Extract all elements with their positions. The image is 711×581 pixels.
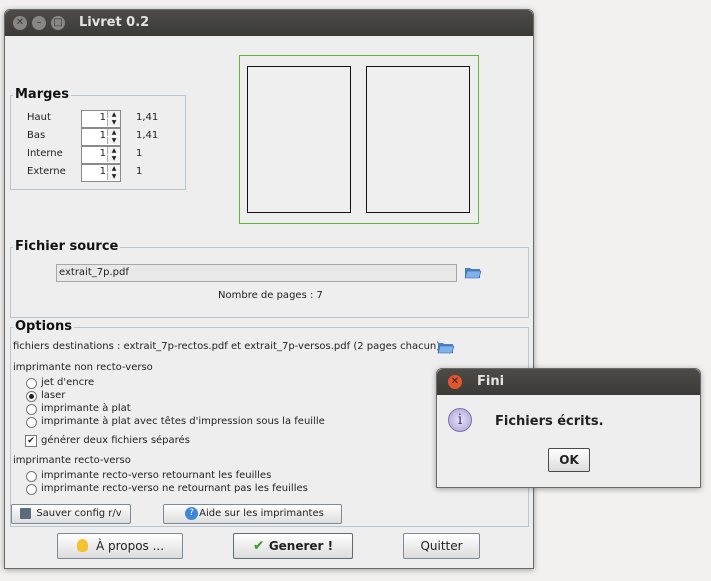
margin-value-bottom: 1,41 [136,130,159,141]
spinner-down-icon[interactable]: ▼ [107,119,120,126]
spinner-up-icon[interactable]: ▲ [107,111,120,118]
spinner-up-icon[interactable]: ▲ [107,165,120,172]
duplex-label: imprimante recto-verso [13,455,131,466]
margin-inner-spinner[interactable]: 1 ▲ ▼ [81,146,121,164]
save-config-button[interactable]: Sauver config r/v [11,504,131,524]
booklet-preview [239,55,479,224]
close-dialog-icon[interactable]: ✕ [448,375,462,389]
about-button[interactable]: À propos ... [57,533,183,559]
title-bar[interactable]: ✕ – □ Livret 0.2 [5,10,533,36]
margin-label-top: Haut [27,112,51,123]
dialog-message: Fichiers écrits. [495,414,604,429]
separate-files-checkbox[interactable]: ✔ [25,435,37,447]
spinner-down-icon[interactable]: ▼ [107,173,120,180]
source-group [10,247,529,318]
separate-files-label: générer deux fichiers séparés [41,435,190,446]
minimize-window-icon[interactable]: – [32,16,46,30]
spinner-up-icon[interactable]: ▲ [107,129,120,136]
radio-duplex-not-turning[interactable] [26,484,37,495]
source-legend: Fichier source [13,239,121,254]
radio-inkjet-label: jet d'encre [41,377,95,388]
generate-button[interactable]: ✔ Generer ! [233,533,353,559]
options-legend: Options [13,319,74,334]
margin-label-inner: Interne [27,148,63,159]
radio-duplex-not-turning-label: imprimante recto-verso ne retournant pas… [41,483,308,494]
destination-files-text: fichiers destinations : extrait_7p-recto… [13,341,441,352]
spinner-down-icon[interactable]: ▼ [107,155,120,162]
radio-flatbed-label: imprimante à plat [41,403,131,414]
radio-laser[interactable] [26,391,37,402]
maximize-window-icon[interactable]: □ [51,16,65,30]
radio-flatbed-heads-under[interactable] [26,417,37,428]
preview-left-page [247,66,351,213]
dialog-title: Fini [477,374,505,389]
printer-help-button[interactable]: ? Aide sur les imprimantes [163,504,342,524]
quit-button[interactable]: Quitter [403,533,480,559]
radio-flatbed[interactable] [26,404,37,415]
finished-dialog: ✕ Fini i Fichiers écrits. OK [436,368,701,488]
margin-value-top: 1,41 [136,112,159,123]
margin-outer-spinner[interactable]: 1 ▲ ▼ [81,164,121,182]
info-icon: i [448,408,472,432]
ok-button[interactable]: OK [548,448,590,472]
radio-flatbed-heads-under-label: imprimante à plat avec têtes d'impressio… [41,416,325,427]
margin-value-inner: 1 [136,148,143,159]
radio-duplex-turning[interactable] [26,471,37,482]
non-duplex-label: imprimante non recto-verso [13,362,153,373]
margin-bottom-spinner[interactable]: 1 ▲ ▼ [81,128,121,146]
open-folder-icon[interactable] [437,340,455,354]
close-window-icon[interactable]: ✕ [13,16,27,30]
check-icon: ✔ [252,538,265,554]
radio-duplex-turning-label: imprimante recto-verso retournant les fe… [41,470,272,481]
help-icon: ? [185,507,198,520]
spinner-up-icon[interactable]: ▲ [107,147,120,154]
lightbulb-icon [77,539,88,552]
open-folder-icon[interactable] [464,265,482,279]
margin-value-outer: 1 [136,166,143,177]
margin-label-bottom: Bas [27,130,46,141]
margin-top-spinner[interactable]: 1 ▲ ▼ [81,110,121,128]
floppy-icon [20,508,31,519]
dialog-title-bar[interactable]: ✕ Fini [437,369,700,395]
page-count: Nombre de pages : 7 [218,290,323,301]
margins-legend: Marges [13,87,71,102]
preview-right-page [366,66,470,213]
radio-inkjet[interactable] [26,378,37,389]
source-file-field[interactable]: extrait_7p.pdf [56,264,457,282]
radio-laser-label: laser [41,390,66,401]
margin-label-outer: Externe [27,166,66,177]
window-title: Livret 0.2 [79,15,150,30]
spinner-down-icon[interactable]: ▼ [107,137,120,144]
